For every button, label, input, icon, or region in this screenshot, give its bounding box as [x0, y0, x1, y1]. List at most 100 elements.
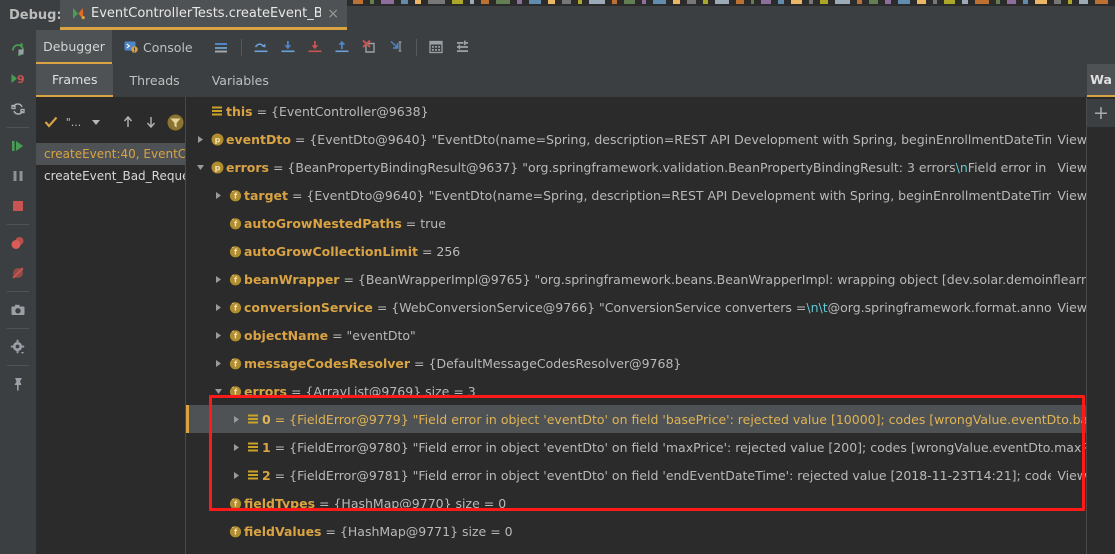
variable-value: {BeanWrapperImpl@9765} "org.springframew… [357, 271, 1087, 287]
frame-label: createEvent:40, EventC [44, 147, 187, 161]
layout-settings-icon[interactable] [451, 35, 476, 59]
field-icon: f [226, 273, 244, 286]
view-link[interactable]: View [1057, 160, 1087, 175]
expand-arrow-collapsed-icon[interactable] [210, 331, 226, 340]
frame-row[interactable]: createEvent:40, EventC [36, 143, 186, 165]
add-watch-button[interactable]: + [1087, 99, 1115, 127]
variable-row[interactable]: f fieldValues = {HashMap@9771} size = 0 [186, 517, 1087, 545]
rerun-icon[interactable] [3, 34, 33, 64]
expand-arrow-collapsed-icon[interactable] [210, 303, 226, 312]
view-link[interactable]: View [1057, 188, 1087, 203]
step-over-icon[interactable] [249, 35, 274, 59]
drop-frame-icon[interactable] [357, 35, 382, 59]
thread-check-icon[interactable] [40, 111, 62, 133]
variable-row[interactable]: f autoGrowNestedPaths = true [186, 209, 1087, 237]
run-configuration-tab[interactable]: EventControllerTests.createEvent_Bad... … [60, 0, 347, 30]
filter-icon[interactable] [164, 111, 186, 133]
debug-tool-window-label: Debug: [0, 0, 62, 30]
tab-console[interactable]: Console [112, 30, 205, 64]
expand-arrow-expanded-icon[interactable] [192, 163, 208, 172]
rerun-failed-tests-icon[interactable]: 9 [3, 64, 33, 94]
update-running-application-icon[interactable] [3, 94, 33, 124]
run-to-cursor-icon[interactable] [384, 35, 409, 59]
tab-watches[interactable]: Wa [1087, 64, 1115, 97]
variable-name: fieldValues [244, 523, 322, 539]
tab-variables[interactable]: Variables [196, 64, 285, 97]
chevron-down-icon[interactable] [85, 111, 107, 133]
toolbar-divider [7, 224, 29, 225]
variable-row[interactable]: p errors = {BeanPropertyBindingResult@963… [186, 153, 1087, 181]
list-icon [244, 441, 262, 453]
variable-text: autoGrowCollectionLimit = 256 [244, 244, 460, 259]
variable-row[interactable]: f conversionService = {WebConversionServi… [186, 293, 1087, 321]
frame-row[interactable]: createEvent_Bad_Reque [36, 165, 189, 187]
step-into-icon[interactable] [276, 35, 301, 59]
variable-row[interactable]: f errors = {ArrayList@9769} size = 3 [186, 377, 1087, 405]
tab-frames[interactable]: Frames [36, 64, 114, 97]
expand-arrow-collapsed-icon[interactable] [228, 415, 244, 424]
expand-arrow-expanded-icon[interactable] [210, 387, 226, 396]
tab-debugger[interactable]: Debugger [36, 30, 112, 64]
run-test-icon [72, 7, 85, 20]
variable-row[interactable]: 0 = {FieldError@9779} "Field error in ob… [186, 405, 1087, 433]
expand-arrow-collapsed-icon[interactable] [210, 275, 226, 284]
toolbar-divider [415, 38, 417, 56]
view-breakpoints-icon[interactable] [3, 228, 33, 258]
variable-text: eventDto = {EventDto@9640} "EventDto(nam… [226, 132, 1051, 147]
variable-row[interactable]: 1 = {FieldError@9780} "Field error in ob… [186, 433, 1087, 461]
variable-row[interactable]: f objectName = "eventDto" [186, 321, 1087, 349]
tab-threads[interactable]: Threads [113, 64, 195, 97]
variable-value: "eventDto" [346, 327, 416, 343]
variable-row[interactable]: f autoGrowCollectionLimit = 256 [186, 237, 1087, 265]
variable-row[interactable]: p eventDto = {EventDto@9640} "EventDto(na… [186, 125, 1087, 153]
move-up-icon[interactable] [117, 111, 139, 133]
expand-arrow-collapsed-icon[interactable] [228, 443, 244, 452]
view-link[interactable]: View [1057, 132, 1087, 147]
expand-arrow-collapsed-icon[interactable] [192, 135, 208, 144]
mute-breakpoints-icon[interactable] [3, 258, 33, 288]
screenshot-icon[interactable] [3, 295, 33, 325]
step-out-icon[interactable] [330, 35, 355, 59]
variable-text: autoGrowNestedPaths = true [244, 216, 446, 231]
variable-text: errors = {ArrayList@9769} size = 3 [244, 384, 476, 399]
variable-row[interactable]: f target = {EventDto@9640} "EventDto(name… [186, 181, 1087, 209]
variable-name: autoGrowCollectionLimit [244, 243, 418, 259]
variable-equals: = [290, 131, 310, 147]
resume-program-icon[interactable] [3, 131, 33, 161]
variable-name: beanWrapper [244, 271, 340, 287]
field-icon: f [226, 301, 244, 314]
evaluate-expression-icon[interactable] [424, 35, 449, 59]
parameter-icon: p [208, 133, 226, 146]
view-link[interactable]: View [1057, 300, 1087, 315]
stop-icon[interactable] [3, 191, 33, 221]
pin-icon[interactable] [3, 369, 33, 399]
expand-arrow-collapsed-icon[interactable] [210, 359, 226, 368]
variable-row[interactable]: f messageCodesResolver = {DefaultMessageC… [186, 349, 1087, 377]
variable-equals: = [252, 103, 272, 119]
frames-toolbar: "... [36, 109, 186, 135]
variable-row[interactable]: f beanWrapper = {BeanWrapperImpl@9765} "o… [186, 265, 1087, 293]
variable-name: this [226, 103, 253, 119]
gear-icon[interactable] [3, 332, 33, 362]
list-icon [208, 105, 226, 117]
view-link[interactable]: View [1057, 468, 1087, 483]
variable-value: {EventDto@9640} "EventDto(name=Spring, d… [306, 187, 1052, 203]
variable-text: 1 = {FieldError@9780} "Field error in ob… [262, 440, 1087, 455]
field-icon: f [226, 497, 244, 510]
variable-value: {FieldError@9780} "Field error in object… [289, 439, 1087, 455]
variable-row[interactable]: this = {EventController@9638} [186, 97, 1087, 125]
variable-text: this = {EventController@9638} [226, 104, 429, 119]
list-icon [244, 413, 262, 425]
list-icon [244, 469, 262, 481]
variable-row[interactable]: f fieldTypes = {HashMap@9770} size = 0 [186, 489, 1087, 517]
field-icon: f [226, 329, 244, 342]
force-step-into-icon[interactable] [303, 35, 328, 59]
show-execution-point-icon[interactable] [209, 35, 234, 59]
close-icon[interactable]: × [327, 7, 339, 21]
pause-program-icon[interactable] [3, 161, 33, 191]
expand-arrow-collapsed-icon[interactable] [228, 471, 244, 480]
expand-arrow-collapsed-icon[interactable] [210, 191, 226, 200]
move-down-icon[interactable] [141, 111, 163, 133]
variable-equals: = [372, 299, 392, 315]
variable-row[interactable]: 2 = {FieldError@9781} "Field error in ob… [186, 461, 1087, 489]
